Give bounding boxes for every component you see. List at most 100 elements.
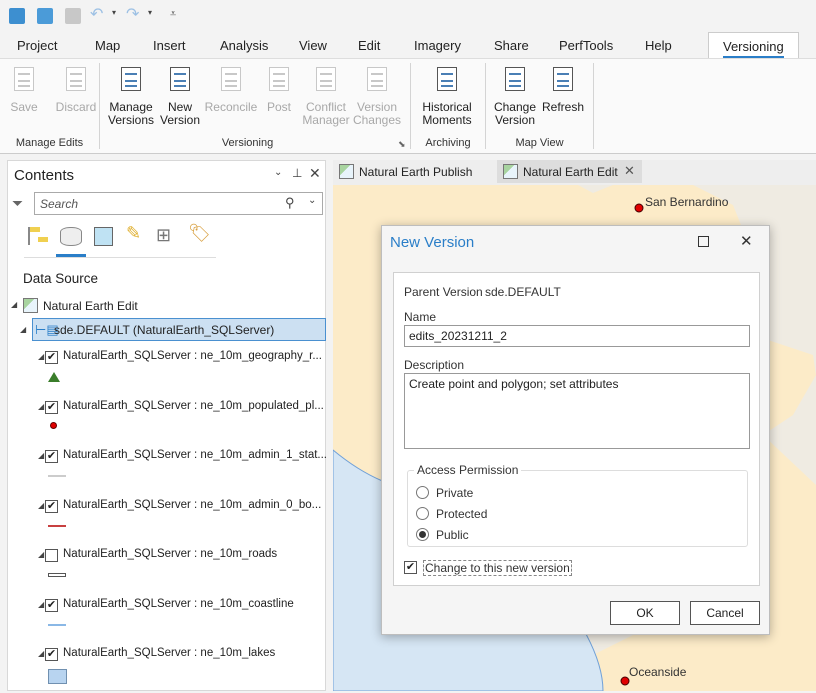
- filter-icon[interactable]: ⏷: [12, 195, 23, 212]
- expand-icon[interactable]: ◢: [38, 649, 44, 658]
- tab-map[interactable]: Map: [95, 38, 120, 53]
- layer-symbol-dot[interactable]: [48, 421, 57, 429]
- tab-share[interactable]: Share: [494, 38, 529, 53]
- save-icon: [8, 63, 40, 95]
- layer-item[interactable]: ◢ ✔ NaturalEarth_SQLServer : ne_10m_lakes: [8, 643, 325, 693]
- layer-symbol-triangle[interactable]: [48, 372, 60, 382]
- print-icon[interactable]: [65, 8, 81, 24]
- layer-visibility-checkbox[interactable]: ✔: [45, 450, 58, 463]
- radio-protected-label[interactable]: Protected: [436, 507, 487, 521]
- layer-symbol-line[interactable]: [48, 620, 66, 626]
- discard-button[interactable]: Discard: [46, 63, 106, 114]
- undo-icon[interactable]: ↶: [90, 7, 106, 24]
- tab-insert[interactable]: Insert: [153, 38, 186, 53]
- chevron-down-icon[interactable]: ⌄: [274, 167, 282, 178]
- tab-versioning[interactable]: Versioning: [708, 32, 799, 59]
- change-version-label[interactable]: Change to this new version: [423, 560, 572, 576]
- search-input[interactable]: Search ⚲ ⌄: [34, 192, 323, 215]
- expand-icon[interactable]: ◢: [38, 550, 44, 559]
- layer-item[interactable]: ◢ ✔ NaturalEarth_SQLServer : ne_10m_admin_…: [8, 495, 325, 545]
- pin-icon[interactable]: ⊥: [292, 166, 302, 180]
- customize-icon[interactable]: ⩡: [170, 8, 186, 24]
- dialog-launcher-icon[interactable]: ⬊: [398, 139, 406, 150]
- layer-visibility-checkbox[interactable]: ✔: [45, 499, 58, 513]
- layer-symbol-road[interactable]: [48, 570, 66, 577]
- list-by-drawing-order-icon[interactable]: [28, 227, 48, 245]
- radio-private[interactable]: [416, 486, 429, 499]
- map-name[interactable]: Natural Earth Edit: [43, 299, 138, 313]
- version-changes-button[interactable]: Version Changes: [352, 63, 402, 127]
- radio-private-label[interactable]: Private: [436, 486, 473, 500]
- open-project-icon[interactable]: [37, 8, 53, 24]
- change-version-button[interactable]: Change Version: [492, 63, 538, 127]
- layer-item[interactable]: ◢ ✔ NaturalEarth_SQLServer : ne_10m_geogra…: [8, 346, 325, 396]
- layer-visibility-checkbox[interactable]: ✔: [45, 400, 58, 414]
- search-icon[interactable]: ⚲: [285, 195, 295, 211]
- layer-visibility-checkbox[interactable]: ✔: [45, 648, 58, 661]
- layer-symbol-line[interactable]: [48, 471, 66, 477]
- cancel-button[interactable]: Cancel: [690, 601, 760, 625]
- expand-icon[interactable]: ◢: [38, 600, 44, 609]
- radio-public-label[interactable]: Public: [436, 528, 469, 542]
- list-by-selection-icon[interactable]: [94, 227, 113, 246]
- city-point[interactable]: [634, 203, 644, 213]
- list-by-data-source-icon[interactable]: [60, 227, 82, 246]
- manage-versions-button[interactable]: Manage Versions: [106, 63, 156, 127]
- tab-imagery[interactable]: Imagery: [414, 38, 461, 53]
- close-icon[interactable]: ✕: [309, 165, 321, 182]
- radio-protected[interactable]: [416, 507, 429, 520]
- layer-item[interactable]: ◢ NaturalEarth_SQLServer : ne_10m_roads: [8, 544, 325, 594]
- expand-icon[interactable]: ◢: [20, 325, 26, 334]
- map-icon: [23, 298, 38, 313]
- layer-visibility-checkbox[interactable]: [45, 549, 58, 562]
- tab-natural-earth-publish[interactable]: Natural Earth Publish: [333, 160, 493, 183]
- tab-natural-earth-edit[interactable]: Natural Earth Edit ✕: [497, 160, 642, 183]
- maximize-icon[interactable]: [698, 236, 709, 247]
- historical-moments-button[interactable]: Historical Moments: [418, 63, 476, 127]
- connection-item[interactable]: ⊢▤ sde.DEFAULT (NaturalEarth_SQLServer): [32, 318, 326, 341]
- list-by-snapping-icon[interactable]: ⊞: [156, 225, 171, 246]
- ok-button[interactable]: OK: [610, 601, 680, 625]
- redo-icon[interactable]: ↷: [126, 7, 142, 24]
- list-by-editing-icon[interactable]: ✎: [126, 223, 141, 244]
- layer-item[interactable]: ◢ ✔ NaturalEarth_SQLServer : ne_10m_coastl…: [8, 594, 325, 644]
- name-input[interactable]: edits_20231211_2: [404, 325, 750, 347]
- list-by-labeling-icon[interactable]: 🏷: [188, 223, 211, 244]
- close-icon[interactable]: ✕: [740, 232, 753, 250]
- layer-symbol-line[interactable]: [48, 521, 66, 527]
- expand-icon[interactable]: ◢: [38, 402, 44, 411]
- expand-icon[interactable]: ◢: [38, 352, 44, 361]
- layer-item[interactable]: ◢ ✔ NaturalEarth_SQLServer : ne_10m_admin_…: [8, 445, 327, 495]
- layer-visibility-checkbox[interactable]: ✔: [45, 351, 58, 364]
- close-icon[interactable]: ✕: [624, 163, 635, 179]
- button-label: Reconcile: [204, 100, 258, 114]
- radio-public[interactable]: [416, 528, 429, 541]
- expand-icon[interactable]: ◢: [38, 451, 44, 460]
- tab-versioning-label: Versioning: [723, 39, 784, 58]
- save-button[interactable]: Save: [4, 63, 44, 114]
- layer-symbol-fill[interactable]: [48, 669, 67, 684]
- conflict-manager-button[interactable]: Conflict Manager: [300, 63, 352, 127]
- refresh-button[interactable]: Refresh: [540, 63, 586, 114]
- reconcile-icon: [215, 63, 247, 95]
- new-version-button[interactable]: New Version: [160, 63, 200, 127]
- post-button[interactable]: Post: [262, 63, 296, 114]
- description-input[interactable]: Create point and polygon; set attributes: [404, 373, 750, 449]
- tab-perftools[interactable]: PerfTools: [559, 38, 613, 53]
- layer-visibility-checkbox[interactable]: ✔: [45, 598, 58, 612]
- tab-help[interactable]: Help: [645, 38, 672, 53]
- redo-dropdown-icon[interactable]: ▾: [148, 8, 164, 24]
- map-tab-bar: Natural Earth Publish Natural Earth Edit…: [333, 160, 816, 184]
- expand-icon[interactable]: ◢: [38, 501, 44, 510]
- tab-analysis[interactable]: Analysis: [220, 38, 268, 53]
- reconcile-button[interactable]: Reconcile: [200, 63, 262, 114]
- expand-icon[interactable]: ◢: [11, 300, 17, 309]
- layer-item[interactable]: ◢ ✔ NaturalEarth_SQLServer : ne_10m_popula…: [8, 396, 325, 446]
- tab-view[interactable]: View: [299, 38, 327, 53]
- tab-project[interactable]: Project: [17, 38, 57, 53]
- change-version-checkbox[interactable]: ✔: [404, 561, 417, 574]
- city-point[interactable]: [620, 676, 630, 686]
- tab-edit[interactable]: Edit: [358, 38, 380, 53]
- chevron-down-icon[interactable]: ⌄: [308, 195, 316, 206]
- new-project-icon[interactable]: [9, 8, 25, 24]
